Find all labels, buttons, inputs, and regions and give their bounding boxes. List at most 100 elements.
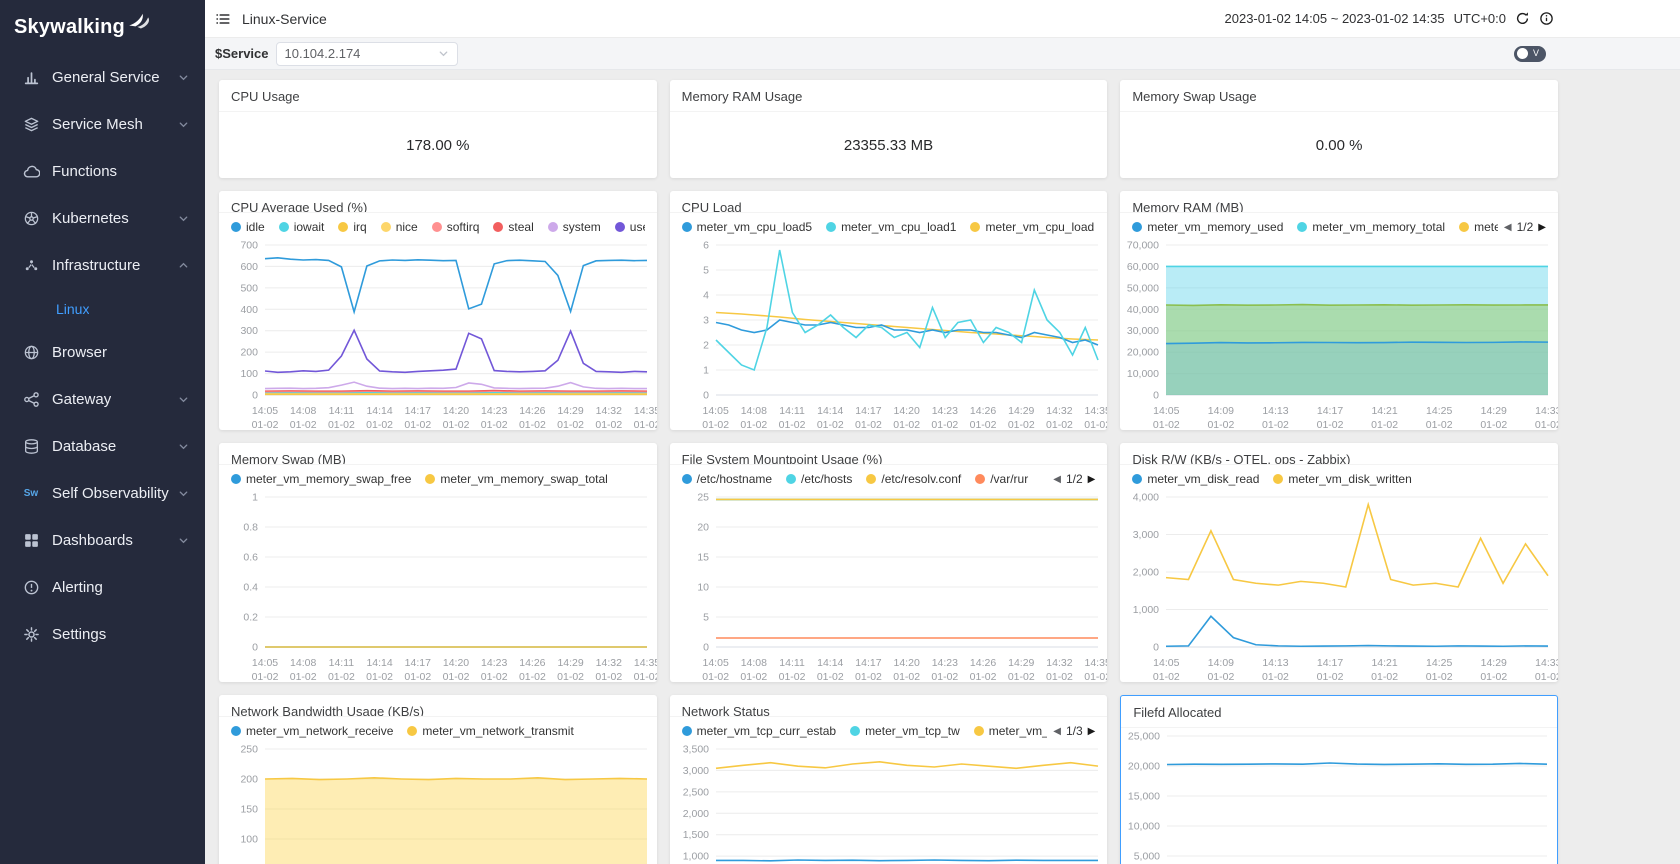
- legend-pager-next-icon[interactable]: ▶: [1088, 474, 1096, 485]
- chart-area[interactable]: 010020030040050060070014:0501-0214:0801-…: [219, 237, 657, 430]
- chart-area[interactable]: 00.20.40.60.8114:0501-0214:0801-0214:110…: [219, 489, 657, 682]
- legend-item[interactable]: meter_vm_memory_swap_total: [425, 472, 607, 486]
- sidebar-item-gateway[interactable]: Gateway: [0, 376, 205, 423]
- legend-item[interactable]: steal: [493, 220, 533, 234]
- legend-label: /etc/hostname: [697, 472, 772, 486]
- chart-canvas[interactable]: 0510152025: [670, 489, 1108, 651]
- chart-canvas[interactable]: 0100200300400500600700: [219, 237, 657, 399]
- chart-canvas[interactable]: 01,0002,0003,0004,000: [1120, 489, 1558, 651]
- chart-area[interactable]: 012345614:0501-0214:0801-0214:1101-0214:…: [670, 237, 1108, 430]
- chart-canvas[interactable]: 050100150200250: [219, 741, 657, 864]
- legend-dot: [786, 474, 796, 484]
- chart-area[interactable]: 05,00010,00015,00020,00025,00014:0501-02…: [1121, 728, 1557, 864]
- sidebar-item-service-mesh[interactable]: Service Mesh: [0, 101, 205, 148]
- version-toggle[interactable]: V: [1514, 46, 1546, 62]
- sidebar-item-alerting[interactable]: Alerting: [0, 564, 205, 611]
- legend-item[interactable]: /var/rur: [975, 472, 1028, 486]
- legend-item[interactable]: softirq: [432, 220, 480, 234]
- cluster-dots-icon: [22, 257, 40, 275]
- y-tick-label: 200: [240, 347, 258, 359]
- legend-dot: [231, 474, 241, 484]
- sidebar-item-browser[interactable]: Browser: [0, 329, 205, 376]
- legend-item[interactable]: meter_vm_tcp_tw: [850, 724, 960, 738]
- y-tick-label: 3,000: [1133, 529, 1159, 541]
- time-range[interactable]: 2023-01-02 14:05 ~ 2023-01-02 14:35: [1225, 11, 1445, 26]
- filter-toolbar: $Service 10.104.2.174 V: [205, 38, 1680, 70]
- y-tick-label: 6: [703, 240, 709, 252]
- info-icon[interactable]: [1539, 11, 1554, 26]
- legend-pager-prev-icon[interactable]: ◀: [1053, 474, 1061, 485]
- y-tick-label: 15,000: [1128, 791, 1160, 803]
- service-select-value: 10.104.2.174: [285, 46, 361, 61]
- legend-item[interactable]: idle: [231, 220, 265, 234]
- legend-item[interactable]: meter_vm_memory_used: [1132, 220, 1283, 234]
- series-line: [716, 762, 1098, 768]
- legend-pager-next-icon[interactable]: ▶: [1088, 726, 1096, 737]
- chart-area[interactable]: 051015202514:0501-0214:0801-0214:1101-02…: [670, 489, 1108, 682]
- y-tick-label: 0: [252, 642, 258, 652]
- x-tick-label: 14:0501-02: [1153, 657, 1180, 682]
- legend-dot: [231, 726, 241, 736]
- legend-item[interactable]: meter_vm_cpu_load5: [682, 220, 812, 234]
- service-select[interactable]: 10.104.2.174: [276, 42, 458, 66]
- legend-item[interactable]: /etc/hosts: [786, 472, 852, 486]
- chart-legend: meter_vm_tcp_curr_estab meter_vm_tcp_tw me…: [670, 717, 1108, 741]
- legend-pager-next-icon[interactable]: ▶: [1538, 222, 1546, 233]
- gear-icon: [22, 626, 40, 644]
- legend-item[interactable]: meter_vm_memory_swap_free: [231, 472, 411, 486]
- chart-area[interactable]: 05001,0001,5002,0002,5003,0003,50014:050…: [670, 741, 1108, 864]
- chart-canvas[interactable]: 00.20.40.60.81: [219, 489, 657, 651]
- x-tick-label: 14:1401-02: [366, 657, 393, 682]
- chart-area[interactable]: 05010015020025014:0501-0214:0801-0214:11…: [219, 741, 657, 864]
- chart-area[interactable]: 010,00020,00030,00040,00050,00060,00070,…: [1120, 237, 1558, 430]
- legend-item[interactable]: user: [615, 220, 645, 234]
- series-line: [265, 382, 647, 388]
- x-tick-label: 14:1701-02: [855, 657, 882, 682]
- chart-canvas[interactable]: 010,00020,00030,00040,00050,00060,00070,…: [1120, 237, 1558, 399]
- sidebar-item-functions[interactable]: Functions: [0, 148, 205, 195]
- y-tick-label: 400: [240, 304, 258, 316]
- x-tick-label: 14:2901-02: [1008, 657, 1035, 682]
- legend-item[interactable]: /etc/resolv.conf: [866, 472, 961, 486]
- legend-item[interactable]: /etc/hostname: [682, 472, 772, 486]
- legend-item[interactable]: iowait: [279, 220, 325, 234]
- chart-canvas[interactable]: 05001,0001,5002,0002,5003,0003,500: [670, 741, 1108, 864]
- sidebar-item-dashboards[interactable]: Dashboards: [0, 517, 205, 564]
- menu-list-icon[interactable]: [215, 11, 231, 27]
- legend-item[interactable]: irq: [338, 220, 366, 234]
- sidebar-item-self-observability[interactable]: Sw Self Observability: [0, 470, 205, 517]
- sidebar-item-settings[interactable]: Settings: [0, 611, 205, 658]
- app-logo[interactable]: Skywalking: [0, 0, 205, 54]
- legend-item[interactable]: meter: [1459, 220, 1498, 234]
- legend-item[interactable]: meter_vm_t: [974, 724, 1047, 738]
- legend-label: meter_vm_cpu_load5: [697, 220, 812, 234]
- legend-pager-prev-icon[interactable]: ◀: [1504, 222, 1512, 233]
- legend-item[interactable]: meter_vm_cpu_load1: [826, 220, 956, 234]
- sidebar-item-linux[interactable]: Linux: [0, 289, 205, 329]
- legend-item[interactable]: meter_vm_network_transmit: [407, 724, 573, 738]
- chart-area[interactable]: 01,0002,0003,0004,00014:0501-0214:0901-0…: [1120, 489, 1558, 682]
- legend-item[interactable]: meter_vm_memory_total: [1297, 220, 1445, 234]
- chart-canvas[interactable]: 05,00010,00015,00020,00025,000: [1121, 728, 1557, 864]
- series-line: [716, 250, 1098, 370]
- legend-item[interactable]: meter_vm_cpu_load15: [970, 220, 1095, 234]
- legend-item[interactable]: meter_vm_disk_written: [1273, 472, 1411, 486]
- sidebar-item-infrastructure[interactable]: Infrastructure: [0, 242, 205, 289]
- sidebar-item-database[interactable]: Database: [0, 423, 205, 470]
- legend-item[interactable]: meter_vm_disk_read: [1132, 472, 1259, 486]
- x-tick-label: 14:3501-02: [634, 405, 657, 430]
- legend-item[interactable]: meter_vm_network_receive: [231, 724, 393, 738]
- sidebar-item-label: Browser: [52, 344, 107, 361]
- legend-item[interactable]: nice: [381, 220, 418, 234]
- sidebar-item-kubernetes[interactable]: Kubernetes: [0, 195, 205, 242]
- legend-dot: [866, 474, 876, 484]
- sidebar-item-general-service[interactable]: General Service: [0, 54, 205, 101]
- card-title: Filefd Allocated: [1121, 696, 1557, 728]
- refresh-icon[interactable]: [1515, 11, 1530, 26]
- x-tick-label: 14:2601-02: [519, 657, 546, 682]
- chart-canvas[interactable]: 0123456: [670, 237, 1108, 399]
- x-tick-label: 14:0501-02: [702, 657, 729, 682]
- legend-pager-prev-icon[interactable]: ◀: [1053, 726, 1061, 737]
- legend-item[interactable]: meter_vm_tcp_curr_estab: [682, 724, 836, 738]
- legend-item[interactable]: system: [548, 220, 601, 234]
